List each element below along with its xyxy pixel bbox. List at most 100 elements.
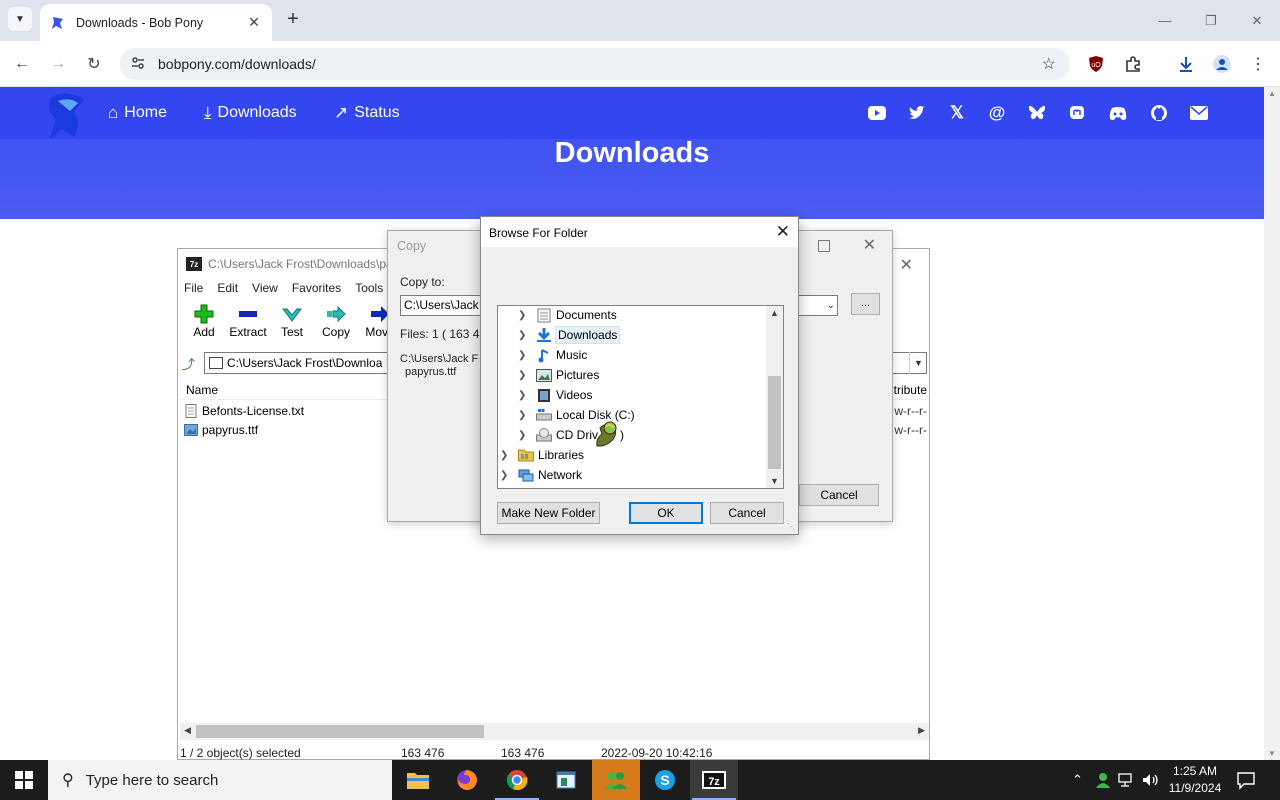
tree-item-music[interactable]: ❯ Music	[518, 346, 587, 364]
copy-close-button[interactable]: ✕	[863, 235, 876, 255]
tree-scroll-thumb[interactable]	[768, 376, 781, 469]
tree-item-network[interactable]: ❯ Network	[500, 466, 582, 484]
site-info-icon[interactable]	[130, 55, 150, 74]
column-name-header[interactable]: Name	[186, 383, 218, 397]
address-bar[interactable]: bobpony.com/downloads/ ☆	[120, 48, 1070, 80]
ublock-extension-icon[interactable]: uO	[1085, 53, 1107, 75]
menu-view[interactable]: View	[252, 281, 278, 295]
hscroll-thumb[interactable]	[196, 725, 484, 738]
tray-app-icon[interactable]	[1094, 760, 1112, 800]
tree-item-pictures[interactable]: ❯ Pictures	[518, 366, 599, 384]
scroll-up-arrow-icon[interactable]: ▲	[770, 308, 779, 318]
expand-chevron-icon[interactable]: ❯	[518, 390, 528, 401]
page-scrollbar[interactable]: ▲ ▼	[1264, 87, 1280, 760]
discord-icon[interactable]	[1108, 103, 1128, 123]
x-icon[interactable]: 𝕏	[947, 103, 967, 123]
nav-status-link[interactable]: ↗ Status	[334, 103, 400, 123]
expand-chevron-icon[interactable]: ❯	[518, 330, 528, 341]
browse-cancel-button[interactable]: Cancel	[710, 502, 784, 524]
taskbar-clock[interactable]: 1:25 AM 11/9/2024	[1164, 763, 1226, 797]
resize-grip-icon[interactable]: ⋱	[787, 522, 795, 531]
extract-button[interactable]: Extract	[226, 303, 270, 339]
expand-chevron-icon[interactable]: ❯	[518, 430, 528, 441]
tree-item-documents[interactable]: ❯ Documents	[518, 306, 617, 324]
folder-tree-scrollbar[interactable]: ▲ ▼	[766, 306, 783, 488]
expand-chevron-icon[interactable]: ❯	[518, 310, 528, 321]
copy-maximize-button[interactable]	[818, 240, 830, 252]
profile-avatar-icon[interactable]	[1211, 53, 1233, 75]
back-button[interactable]: ←	[8, 50, 36, 78]
add-button[interactable]: Add	[182, 303, 226, 339]
expand-chevron-icon[interactable]: ❯	[518, 410, 528, 421]
chrome-menu-icon[interactable]: ⋮	[1247, 53, 1269, 75]
expand-chevron-icon[interactable]: ❯	[518, 370, 528, 381]
expand-chevron-icon[interactable]: ❯	[500, 450, 510, 461]
nav-downloads-link[interactable]: ⤓ Downloads	[204, 103, 297, 123]
browse-close-button[interactable]: ✕	[776, 222, 790, 242]
new-tab-button[interactable]: +	[282, 8, 304, 30]
scroll-down-arrow-icon[interactable]: ▼	[770, 476, 779, 486]
tree-item-videos[interactable]: ❯ Videos	[518, 386, 592, 404]
folder-up-icon[interactable]: ⤴	[182, 354, 204, 373]
ok-button[interactable]: OK	[629, 502, 703, 524]
people-taskbar-icon[interactable]	[592, 760, 640, 800]
file-row-papyrus[interactable]: papyrus.ttf	[184, 421, 258, 439]
taskbar-search-box[interactable]: ⚲ Type here to search	[48, 760, 392, 800]
expand-chevron-icon[interactable]: ❯	[518, 350, 528, 361]
youtube-icon[interactable]	[867, 103, 887, 123]
bluesky-icon[interactable]	[1027, 103, 1047, 123]
test-button[interactable]: Test	[270, 303, 314, 339]
firefox-taskbar-icon[interactable]	[443, 760, 491, 800]
7zip-taskbar-icon[interactable]: 7z	[690, 760, 738, 800]
copy-button[interactable]: Copy	[314, 303, 358, 339]
tree-item-downloads[interactable]: ❯ Downloads	[518, 326, 621, 344]
chrome-taskbar-icon[interactable]	[493, 760, 541, 800]
scroll-right-arrow-icon[interactable]: ▶	[918, 725, 925, 736]
expand-chevron-icon[interactable]: ❯	[500, 470, 510, 481]
extensions-puzzle-icon[interactable]	[1122, 53, 1144, 75]
tab-search-button[interactable]: ▼	[8, 7, 32, 31]
maximize-button[interactable]: ❐	[1188, 0, 1234, 41]
bookmark-star-icon[interactable]: ☆	[1042, 54, 1056, 74]
twitter-icon[interactable]	[907, 103, 927, 123]
menu-edit[interactable]: Edit	[217, 281, 238, 295]
copy-browse-button[interactable]: ...	[851, 293, 880, 315]
menu-file[interactable]: File	[184, 281, 203, 295]
window-close-button[interactable]: ✕	[1234, 0, 1280, 41]
copy-cancel-button[interactable]: Cancel	[799, 484, 879, 506]
minimize-button[interactable]: —	[1142, 0, 1188, 41]
nav-home-link[interactable]: ⌂ Home	[108, 103, 167, 123]
start-button[interactable]	[0, 760, 48, 800]
mail-icon[interactable]	[1189, 103, 1209, 123]
threads-icon[interactable]: @	[987, 103, 1007, 123]
menu-favorites[interactable]: Favorites	[292, 281, 341, 295]
column-attributes-header[interactable]: tribute	[894, 383, 927, 397]
file-explorer-taskbar-icon[interactable]	[394, 760, 442, 800]
combo-dropdown-icon[interactable]: ⌄	[827, 296, 835, 315]
show-hidden-icons-button[interactable]: ⌃	[1072, 760, 1083, 800]
scroll-left-arrow-icon[interactable]: ◀	[184, 725, 191, 736]
file-row-license[interactable]: Befonts-License.txt	[184, 402, 304, 420]
reload-button[interactable]: ↻	[80, 50, 108, 78]
scroll-down-arrow-icon[interactable]: ▼	[1268, 749, 1276, 758]
browse-titlebar[interactable]: Browse For Folder ✕	[481, 217, 798, 247]
browser-tab[interactable]: Downloads - Bob Pony ✕	[40, 4, 272, 41]
path-dropdown-icon[interactable]: ▼	[909, 352, 927, 374]
scroll-up-arrow-icon[interactable]: ▲	[1268, 89, 1276, 98]
github-icon[interactable]	[1149, 103, 1169, 123]
tree-item-cd-drive[interactable]: ❯ CD Driv )	[518, 421, 624, 447]
file-list-hscrollbar[interactable]: ◀ ▶	[180, 723, 929, 740]
7zip-close-button[interactable]: ✕	[900, 255, 913, 275]
tab-close-icon[interactable]: ✕	[246, 14, 262, 31]
forward-button[interactable]: →	[44, 50, 72, 78]
notepad-taskbar-icon[interactable]	[542, 760, 590, 800]
notification-center-icon[interactable]	[1236, 770, 1256, 790]
volume-icon[interactable]	[1142, 760, 1160, 800]
tree-item-libraries[interactable]: ❯ Libraries	[500, 446, 584, 464]
menu-tools[interactable]: Tools	[355, 281, 383, 295]
skype-taskbar-icon[interactable]: S	[641, 760, 689, 800]
make-new-folder-button[interactable]: Make New Folder	[497, 502, 600, 524]
bobpony-logo-icon[interactable]	[44, 91, 96, 141]
downloads-icon[interactable]	[1175, 53, 1197, 75]
network-tray-icon[interactable]	[1118, 760, 1136, 800]
